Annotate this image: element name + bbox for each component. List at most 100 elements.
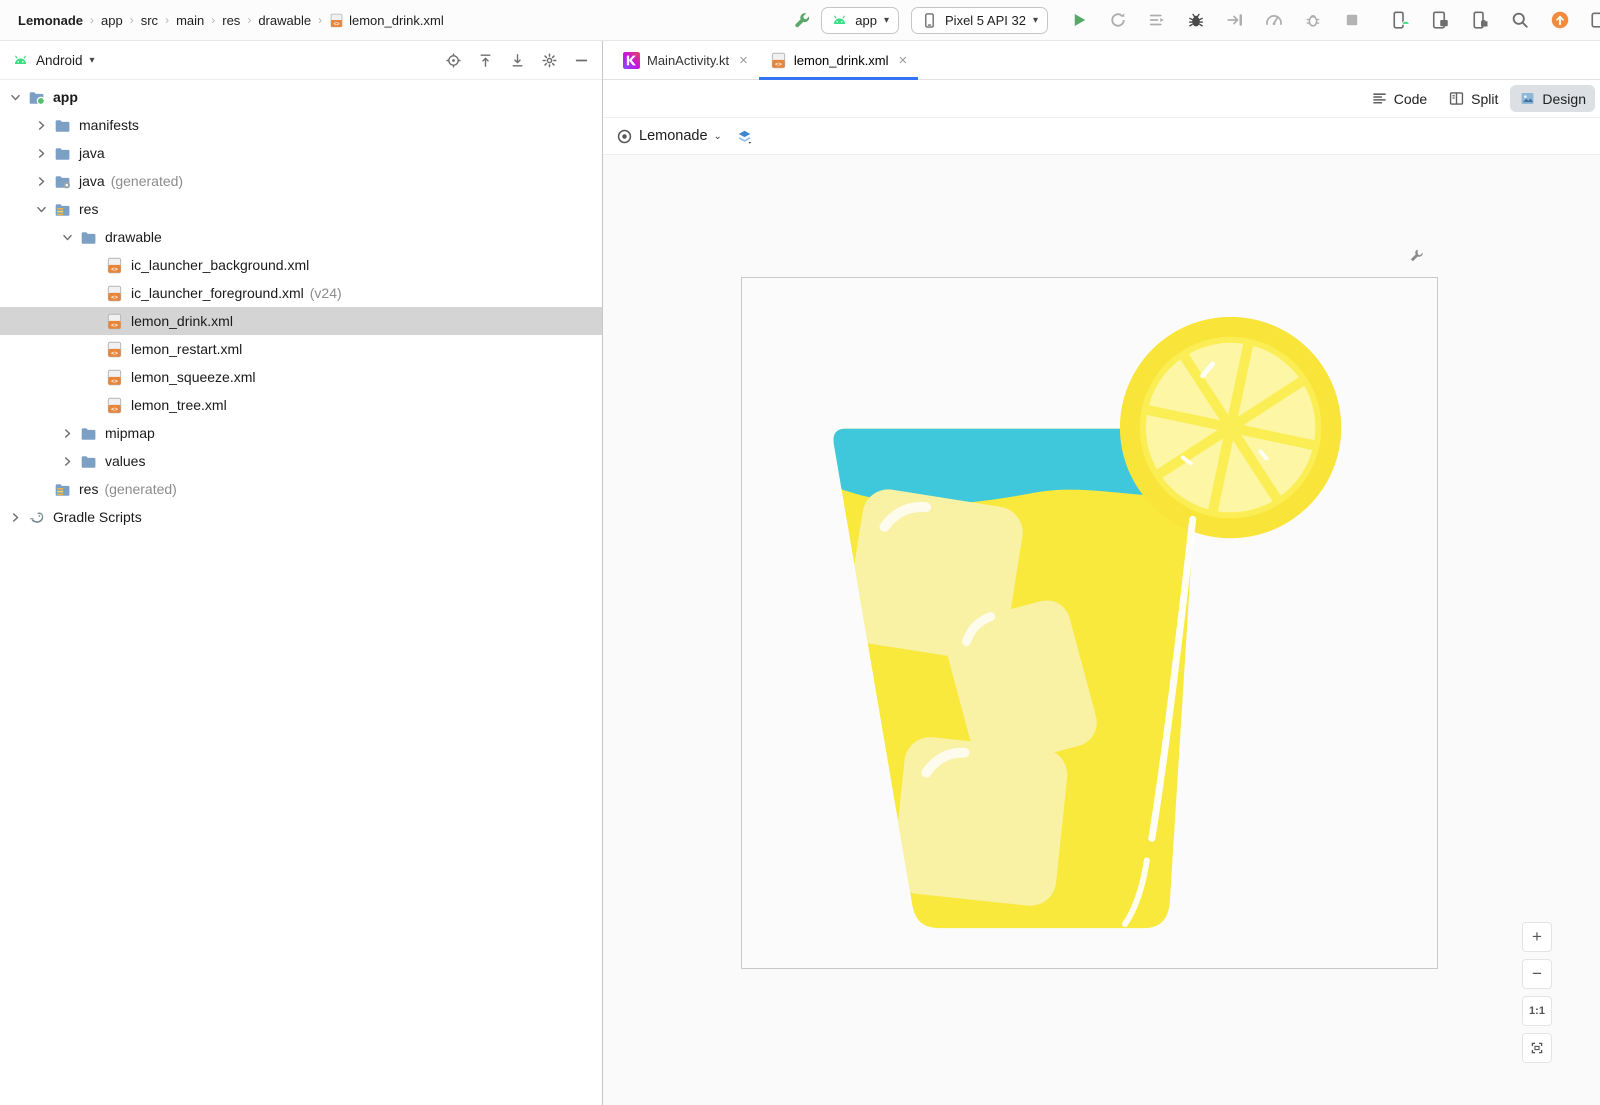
tree-item-label: ic_launcher_foreground.xml [131,285,304,301]
run-play-icon[interactable] [1066,7,1092,33]
tree-item-app[interactable]: app [0,83,602,111]
xml-icon: <> [105,312,124,331]
design-config-title[interactable]: Lemonade [639,128,708,144]
settings-gear-icon[interactable] [538,49,560,71]
tree-item-lemon-tree-xml[interactable]: <>lemon_tree.xml [0,391,602,419]
build-icon[interactable] [789,7,815,33]
design-surface-icon[interactable] [736,128,753,145]
zoom-out-button[interactable]: − [1522,959,1552,989]
chevron-right-icon[interactable] [32,116,51,135]
profile-debuggable-icon[interactable] [1300,7,1326,33]
mode-split-button[interactable]: Split [1439,85,1507,112]
tree-item-lemon-drink-xml[interactable]: <>lemon_drink.xml [0,307,602,335]
apply-code-changes-icon[interactable] [1144,7,1170,33]
tree-item-lemon-squeeze-xml[interactable]: <>lemon_squeeze.xml [0,363,602,391]
tree-item-java-generated[interactable]: java(generated) [0,167,602,195]
tree-item-label: java [79,173,105,189]
design-canvas[interactable]: + − 1:1 [603,155,1600,1105]
svg-text:<>: <> [111,295,118,301]
breadcrumb-separator-icon: › [247,13,251,27]
chevron-down-icon[interactable] [6,88,25,107]
tab-lemon-drink-xml[interactable]: <>lemon_drink.xml× [759,41,918,79]
attach-debugger-icon[interactable] [1222,7,1248,33]
preview-config-icon[interactable] [616,128,633,145]
toolbar-right [1387,7,1600,33]
run-config-select[interactable]: app ▾ [821,7,899,34]
tree-item-gradle-scripts[interactable]: Gradle Scripts [0,503,602,531]
breadcrumb-separator-icon: › [130,13,134,27]
chevron-placeholder [84,256,103,275]
close-tab-icon[interactable]: × [899,53,908,68]
expand-all-icon[interactable] [474,49,496,71]
window-panel-icon[interactable] [1587,7,1600,33]
device-select[interactable]: Pixel 5 API 32 ▾ [911,7,1048,34]
chevron-placeholder [84,340,103,359]
debug-bug-icon[interactable] [1183,7,1209,33]
tree-item-res-generated[interactable]: res(generated) [0,475,602,503]
editor-mode-bar: Code Split Design [603,80,1600,118]
stop-square-icon[interactable] [1339,7,1365,33]
tree-item-lemon-restart-xml[interactable]: <>lemon_restart.xml [0,335,602,363]
tree-item-ic-launcher-background-xml[interactable]: <>ic_launcher_background.xml [0,251,602,279]
apply-changes-icon[interactable] [1105,7,1131,33]
breadcrumb-item-main[interactable]: main [174,11,206,30]
tree-item-drawable[interactable]: drawable [0,223,602,251]
mode-label: Code [1394,91,1427,107]
breadcrumb-item-drawable[interactable]: drawable [256,11,313,30]
close-tab-icon[interactable]: × [739,53,748,68]
breadcrumb-item-res[interactable]: res [220,11,242,30]
hide-minus-icon[interactable] [570,49,592,71]
zoom-actual-button[interactable]: 1:1 [1522,996,1552,1026]
android-head-icon [12,52,29,69]
tree-item-mipmap[interactable]: mipmap [0,419,602,447]
run-config-label: app [855,13,877,28]
xml-file-icon: <> [329,13,344,28]
chevron-right-icon[interactable] [32,172,51,191]
chevron-right-icon[interactable] [58,452,77,471]
breadcrumb-item-lemonade[interactable]: Lemonade [16,11,85,30]
xml-icon: <> [105,256,124,275]
tree-item-label: res [79,201,98,217]
mode-design-button[interactable]: Design [1510,85,1595,112]
chevron-right-icon[interactable] [32,144,51,163]
tree-item-manifests[interactable]: manifests [0,111,602,139]
chevron-right-icon[interactable] [6,508,25,527]
collapse-all-icon[interactable] [506,49,528,71]
tree-item-ic-launcher-foreground-xml-v24[interactable]: <> ic_launcher_foreground.xml (v24) [0,279,602,307]
device-manager-icon[interactable] [1387,7,1413,33]
render-tools-icon[interactable] [1407,247,1425,265]
folder-icon [79,452,98,471]
device-file-explorer-icon[interactable] [1467,7,1493,33]
breadcrumb-item-app[interactable]: app [99,11,125,30]
mode-code-button[interactable]: Code [1362,85,1436,112]
breadcrumb-item-lemon-drink-xml[interactable]: <>lemon_drink.xml [327,11,446,30]
search-icon[interactable] [1507,7,1533,33]
chevron-down-icon[interactable] [32,200,51,219]
res-icon [53,200,72,219]
chevron-down-icon[interactable] [58,228,77,247]
project-view-selector[interactable]: Android ▾ [12,52,95,69]
select-opened-file-icon[interactable] [442,49,464,71]
tree-item-label: drawable [105,229,162,245]
drawable-preview[interactable] [741,277,1438,969]
tree-item-java[interactable]: java [0,139,602,167]
chevron-down-icon: ⌄ [714,131,722,142]
xml-icon: <> [105,284,124,303]
zoom-fit-button[interactable] [1522,1033,1552,1063]
design-toolbar: Lemonade ⌄ [603,118,1600,155]
tree-item-extra: (v24) [310,285,342,301]
svg-text:<>: <> [111,351,118,357]
chevron-right-icon[interactable] [58,424,77,443]
mode-label: Split [1471,91,1498,107]
ide-update-icon[interactable] [1547,7,1573,33]
tree-item-label: java [79,145,105,161]
tree-item-values[interactable]: values [0,447,602,475]
tree-item-res[interactable]: res [0,195,602,223]
breadcrumb-item-src[interactable]: src [139,11,160,30]
project-header-icons [442,49,592,71]
layout-inspector-icon[interactable] [1427,7,1453,33]
tab-mainactivity-kt[interactable]: MainActivity.kt× [612,41,759,79]
profiler-gauge-icon[interactable] [1261,7,1287,33]
zoom-in-button[interactable]: + [1522,922,1552,952]
chevron-down-icon: ▾ [1033,15,1038,26]
